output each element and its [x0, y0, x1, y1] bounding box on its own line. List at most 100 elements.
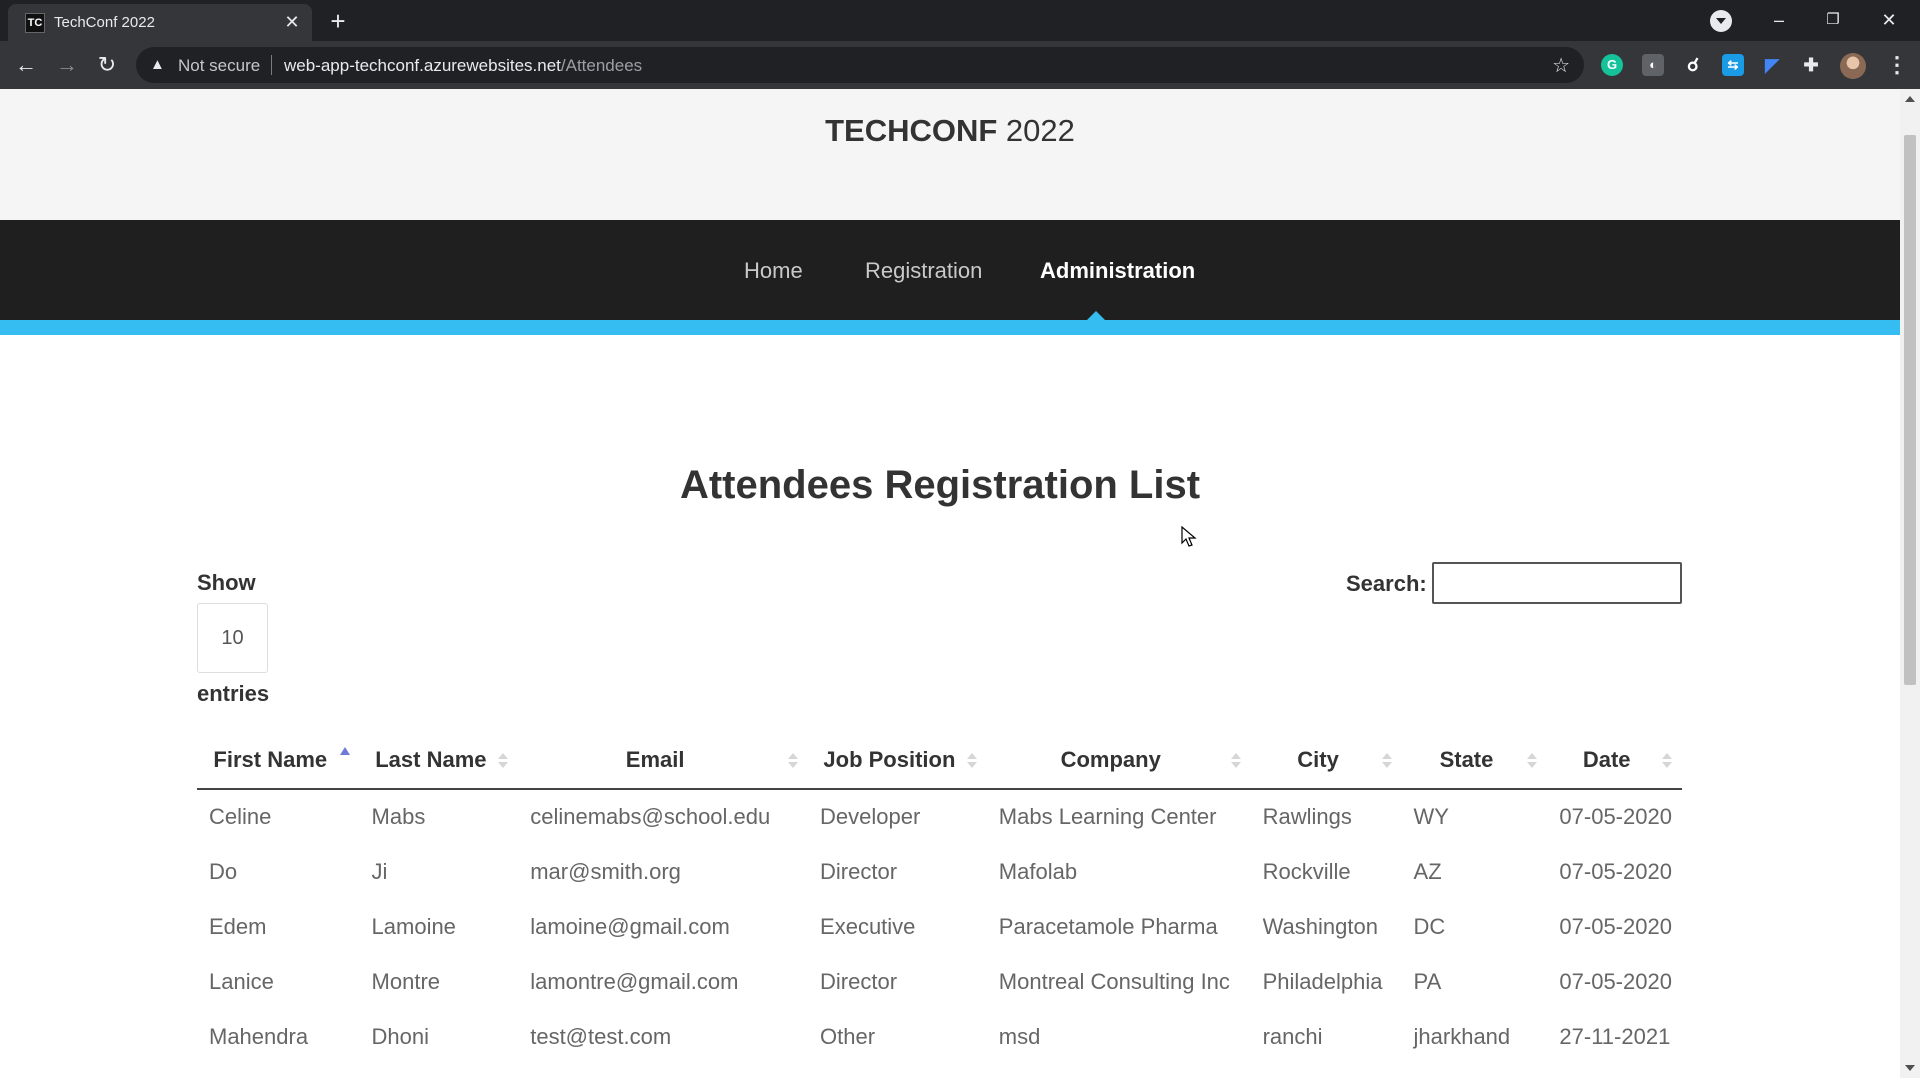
security-status[interactable]: Not secure: [178, 56, 260, 76]
column-header-city[interactable]: City: [1250, 732, 1402, 790]
page-scrollbar[interactable]: [1900, 89, 1920, 1078]
cell-last-name: Ji: [371, 858, 388, 884]
cell-state: PA: [1413, 968, 1442, 994]
minimize-icon[interactable]: –: [1756, 4, 1802, 36]
back-arrow-icon[interactable]: ←: [10, 49, 42, 81]
column-header-label: State: [1439, 747, 1494, 772]
cell-state: WY: [1413, 804, 1449, 829]
grammarly-extension-icon[interactable]: G: [1601, 54, 1623, 76]
cell-job-position: Other: [820, 1023, 876, 1049]
cell-date: 07-05-2020: [1559, 858, 1672, 884]
cell-first-name: Lanice: [209, 968, 274, 994]
cell-state: DC: [1413, 913, 1446, 939]
profile-avatar[interactable]: [1840, 53, 1866, 79]
scroll-up-arrow-icon[interactable]: [1905, 96, 1915, 102]
cell-company: Paracetamole Pharma: [998, 913, 1218, 939]
cell-city: ranchi: [1262, 1023, 1323, 1049]
cell-first-name: Mahendra: [209, 1023, 309, 1049]
brand-year: 2022: [997, 113, 1075, 148]
cell-email: lamoine@gmail.com: [530, 913, 730, 939]
cell-date: 07-05-2020: [1559, 804, 1672, 829]
extension-icon-2[interactable]: ◐: [1642, 54, 1664, 76]
table-header-row: First Name Last Name Email Job Position …: [197, 732, 1682, 790]
cell-state: AZ: [1413, 858, 1442, 884]
cell-city: Philadelphia: [1262, 968, 1383, 994]
url-path: /Attendees: [560, 56, 643, 75]
tab-title: TechConf 2022: [54, 14, 155, 31]
extensions-puzzle-icon[interactable]: ✚: [1800, 54, 1822, 76]
column-header-label: City: [1297, 747, 1339, 772]
column-header-label: Email: [625, 747, 685, 772]
url-text[interactable]: web-app-techconf.azurewebsites.net/Atten…: [284, 56, 642, 76]
cell-company: Mabs Learning Center: [998, 804, 1217, 829]
tab-close-icon[interactable]: ✕: [280, 10, 304, 34]
table-row: Mahendra Dhoni test@test.com Other msd r…: [197, 1009, 1682, 1064]
table-row: Edem Lamoine lamoine@gmail.com Executive…: [197, 899, 1682, 954]
column-header-label: First Name: [213, 747, 328, 772]
cell-email: mar@smith.org: [530, 858, 681, 884]
scroll-thumb[interactable]: [1904, 135, 1916, 685]
sort-icon: [1527, 753, 1538, 769]
sort-icon: [1230, 753, 1241, 769]
address-bar[interactable]: ▲ Not secure web-app-techconf.azurewebsi…: [136, 47, 1584, 83]
cell-company: Montreal Consulting Inc: [998, 968, 1230, 994]
attendees-table: First Name Last Name Email Job Position …: [197, 732, 1682, 1064]
column-header-company[interactable]: Company: [986, 732, 1251, 790]
new-tab-icon[interactable]: +: [324, 7, 352, 35]
cell-date: 07-05-2020: [1559, 913, 1672, 939]
cell-date: 27-11-2021: [1559, 1023, 1671, 1049]
show-label: Show: [197, 570, 256, 595]
nav-registration[interactable]: Registration: [865, 258, 982, 284]
column-header-job-position[interactable]: Job Position: [808, 732, 987, 790]
reload-icon[interactable]: ↻: [91, 49, 123, 81]
cell-job-position: Director: [820, 858, 898, 884]
nav-administration[interactable]: Administration: [1040, 258, 1195, 284]
cell-job-position: Developer: [820, 804, 921, 829]
omnibox-divider: [271, 55, 272, 75]
page-title: Attendees Registration List: [679, 463, 1201, 507]
brand-name: TECHCONF: [825, 113, 998, 148]
cell-email: test@test.com: [530, 1023, 672, 1049]
column-header-label: Last Name: [375, 747, 487, 772]
cell-city: Rockville: [1262, 858, 1351, 884]
table-row: Celine Mabs celinemabs@school.edu Develo…: [197, 789, 1682, 844]
cell-first-name: Celine: [209, 804, 272, 829]
search-input[interactable]: [1432, 562, 1682, 604]
column-header-date[interactable]: Date: [1547, 732, 1682, 790]
forward-arrow-icon[interactable]: →: [51, 49, 83, 81]
column-header-email[interactable]: Email: [518, 732, 809, 790]
cell-state: jharkhand: [1413, 1023, 1511, 1049]
extension-icon-4[interactable]: ⇆: [1722, 54, 1744, 76]
site-brand[interactable]: TECHCONF 2022: [0, 113, 1900, 149]
entries-per-page-select[interactable]: 10: [197, 603, 268, 673]
browser-tab[interactable]: TC TechConf 2022 ✕: [8, 4, 312, 41]
kebab-menu-icon[interactable]: ⋮: [1886, 53, 1908, 77]
cell-last-name: Mabs: [371, 804, 426, 829]
cell-first-name: Edem: [209, 913, 267, 939]
cell-company: msd: [998, 1023, 1041, 1049]
column-header-first-name[interactable]: First Name: [197, 732, 360, 790]
cell-company: Mafolab: [998, 858, 1078, 884]
column-header-state[interactable]: State: [1401, 732, 1548, 790]
extension-icon-3[interactable]: ☌: [1682, 54, 1704, 76]
scroll-down-arrow-icon[interactable]: [1905, 1065, 1915, 1071]
bookmark-star-icon[interactable]: ☆: [1552, 53, 1570, 78]
cell-email: lamontre@gmail.com: [530, 968, 739, 994]
cell-first-name: Do: [209, 858, 238, 884]
column-header-last-name[interactable]: Last Name: [359, 732, 519, 790]
cell-last-name: Dhoni: [371, 1023, 430, 1049]
sort-icon: [1381, 753, 1392, 769]
site-header: TECHCONF 2022: [0, 89, 1900, 220]
tab-favicon-icon: TC: [25, 13, 45, 33]
sort-icon: [788, 753, 799, 769]
window-close-icon[interactable]: ✕: [1866, 4, 1912, 36]
table-row: Do Ji mar@smith.org Director Mafolab Roc…: [197, 844, 1682, 899]
tab-search-dropdown-icon[interactable]: [1710, 10, 1732, 32]
restore-icon[interactable]: ❐: [1810, 4, 1856, 36]
sort-ascending-icon: [339, 747, 350, 764]
cell-city: Washington: [1262, 913, 1378, 939]
column-header-label: Company: [1060, 747, 1161, 772]
extension-icon-5[interactable]: ◤: [1761, 54, 1783, 76]
nav-home[interactable]: Home: [744, 258, 803, 284]
browser-toolbar: ← → ↻ ▲ Not secure web-app-techconf.azur…: [0, 41, 1920, 89]
